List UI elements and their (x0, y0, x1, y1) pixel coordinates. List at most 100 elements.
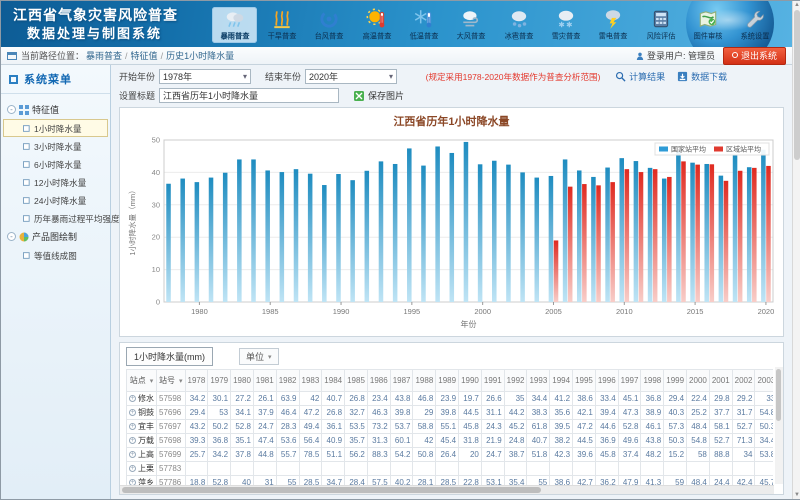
tree-toggle-icon[interactable]: - (7, 105, 16, 114)
value-cell (550, 462, 573, 476)
tree-item-1-3[interactable]: 6小时降水量 (3, 155, 108, 173)
checkbox-icon[interactable] (23, 179, 30, 186)
rain-cloud-icon (224, 8, 246, 30)
download-button[interactable]: 数据下载 (677, 70, 727, 83)
station-name-cell[interactable]: +宜丰 (127, 420, 157, 434)
tree-item-1-1[interactable]: 1小时降水量 (3, 119, 108, 137)
checkbox-icon[interactable] (23, 125, 30, 132)
year-column-header: 1989 (436, 370, 459, 392)
station-column-header[interactable]: 站点▾ (127, 370, 157, 392)
tree-toggle-icon[interactable]: - (7, 232, 16, 241)
toolbar-item-1[interactable]: 暴雨普查 (212, 7, 257, 43)
breadcrumb-segment-2[interactable]: 特征值 (131, 51, 158, 61)
expand-icon[interactable]: + (129, 451, 136, 458)
value-cell (208, 462, 231, 476)
value-cell (481, 462, 504, 476)
value-cell: 39.8 (436, 406, 459, 420)
page-scrollbar[interactable]: ▲ ▼ (792, 1, 800, 499)
table-row[interactable]: +修水5759834.230.127.226.163.94240.726.823… (127, 392, 774, 406)
toolbar-item-5[interactable]: 低温普查 (401, 7, 446, 43)
value-cell (732, 462, 755, 476)
table-vertical-scrollbar[interactable] (775, 367, 783, 484)
tree-item-1-2[interactable]: 3小时降水量 (3, 137, 108, 155)
value-cell: 50.2 (208, 420, 231, 434)
tree-group-1[interactable]: -特征值 (3, 100, 108, 119)
checkbox-icon[interactable] (23, 197, 30, 204)
toolbar-item-6[interactable]: 大风普查 (449, 7, 494, 43)
station-name-cell[interactable]: +上栗 (127, 462, 157, 476)
table-horizontal-scrollbar[interactable] (120, 485, 774, 494)
tree-group-2[interactable]: -产品图绘制 (3, 227, 108, 246)
value-cell: 52.8 (618, 420, 641, 434)
range-note: (规定采用1978-2020年数据作为普查分析范围) (426, 70, 601, 82)
value-cell (687, 462, 710, 476)
breadcrumb-segment-1[interactable]: 暴雨普查 (86, 51, 122, 61)
table-row[interactable]: +万载5769839.336.835.147.453.656.440.935.7… (127, 434, 774, 448)
value-cell: 50.3 (755, 420, 773, 434)
toolbar-item-7[interactable]: 冰雹普查 (496, 7, 541, 43)
value-cell: 54.2 (390, 448, 413, 462)
scroll-up-icon[interactable]: ▲ (794, 1, 800, 9)
station-name-cell[interactable]: +万载 (127, 434, 157, 448)
end-year-select[interactable]: 2020年▾ (305, 69, 397, 84)
value-cell: 25.2 (687, 406, 710, 420)
value-cell: 53.7 (390, 420, 413, 434)
checkbox-icon[interactable] (23, 161, 30, 168)
toolbar-item-9[interactable]: 雷电普查 (591, 7, 636, 43)
page-scrollbar-thumb[interactable] (794, 10, 800, 160)
station-name-cell[interactable]: +上高 (127, 448, 157, 462)
table-row[interactable]: +上高5769925.734.237.844.855.778.551.156.2… (127, 448, 774, 462)
value-cell: 61.8 (527, 420, 550, 434)
unit-filter[interactable]: 单位▾ (239, 348, 279, 365)
station-name-cell[interactable]: +修水 (127, 392, 157, 406)
table-scroll-area[interactable]: 站点▾站号▾1978197919801981198219831984198519… (126, 369, 773, 495)
toolbar-item-3[interactable]: 台风普查 (307, 7, 352, 43)
expand-icon[interactable]: + (129, 437, 136, 444)
checkbox-icon[interactable] (23, 252, 30, 259)
scroll-down-icon[interactable]: ▼ (794, 491, 800, 499)
toolbar-item-11[interactable]: 图件审核 (686, 7, 731, 43)
expand-icon[interactable]: + (129, 395, 136, 402)
value-cell: 63.9 (276, 392, 299, 406)
checkbox-icon[interactable] (23, 215, 30, 222)
toolbar-item-10[interactable]: 风险评估 (638, 7, 683, 43)
tree-item-1-6[interactable]: 历年暴雨过程平均强度 (3, 209, 108, 227)
year-column-header: 1986 (367, 370, 390, 392)
value-cell: 29.4 (185, 406, 208, 420)
value-cell (299, 462, 322, 476)
tree-item-1-4[interactable]: 12小时降水量 (3, 173, 108, 191)
toolbar-item-8[interactable]: 雪灾普查 (544, 7, 589, 43)
value-cell: 48.4 (687, 420, 710, 434)
value-cell: 41.2 (550, 392, 573, 406)
value-cell: 38.2 (550, 434, 573, 448)
value-cell: 50.3 (664, 434, 687, 448)
breadcrumb-segment-3[interactable]: 历史1小时降水量 (166, 51, 234, 61)
snow-cloud-icon (555, 8, 577, 30)
table-row[interactable]: +宜丰5769743.250.252.824.728.349.436.153.5… (127, 420, 774, 434)
calculate-button[interactable]: 计算结果 (615, 70, 665, 83)
year-column-header: 1991 (481, 370, 504, 392)
save-image-button[interactable]: 保存图片 (353, 89, 404, 102)
chart-title-input[interactable] (159, 88, 339, 103)
station-name-cell[interactable]: +铜鼓 (127, 406, 157, 420)
value-cell: 45.8 (595, 448, 618, 462)
logout-button[interactable]: 退出系统 (723, 47, 786, 65)
expand-icon[interactable]: + (129, 465, 136, 472)
toolbar-item-12[interactable]: 系统设置 (733, 7, 778, 43)
value-cell: 31.3 (367, 434, 390, 448)
value-cell: 37.9 (253, 406, 276, 420)
expand-icon[interactable]: + (129, 409, 136, 416)
tree-item-label: 1小时降水量 (34, 122, 82, 134)
table-row[interactable]: +铜鼓5769629.45334.137.946.447.226.832.746… (127, 406, 774, 420)
toolbar-item-4[interactable]: 高温普查 (354, 7, 399, 43)
expand-icon[interactable]: + (129, 423, 136, 430)
toolbar-item-2[interactable]: 干旱普查 (259, 7, 304, 43)
tree-item-1-5[interactable]: 24小时降水量 (3, 191, 108, 209)
station-id-column-header[interactable]: 站号▾ (157, 370, 186, 392)
svg-text:20: 20 (152, 233, 160, 242)
checkbox-icon[interactable] (23, 143, 30, 150)
start-year-select[interactable]: 1978年▾ (159, 69, 251, 84)
tree-item-2-1[interactable]: 等值线成图 (3, 246, 108, 264)
svg-text:2005: 2005 (545, 307, 562, 316)
table-row[interactable]: +上栗57783 (127, 462, 774, 476)
